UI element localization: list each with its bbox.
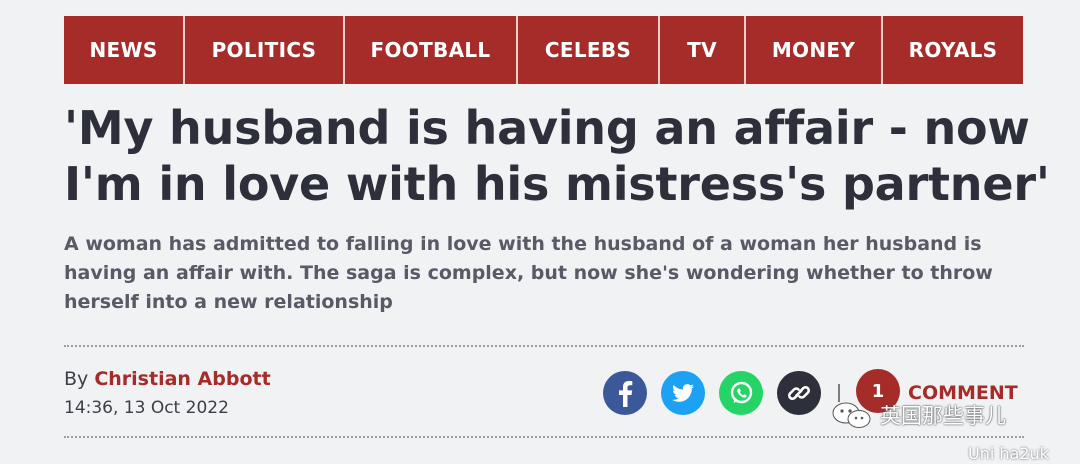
watermark-text: 英国那些事儿 [880, 404, 1006, 428]
article-headline: 'My husband is having an affair - now I'… [64, 101, 1050, 211]
nav-item-money[interactable]: MONEY [746, 16, 883, 84]
wechat-icon [832, 402, 871, 428]
twitter-icon [672, 384, 694, 402]
article-standfirst: A woman has admitted to falling in love … [64, 233, 993, 313]
link-icon [788, 386, 810, 400]
whatsapp-icon [730, 381, 753, 404]
top-nav: NEWS POLITICS FOOTBALL CELEBS TV MONEY R… [64, 16, 1023, 84]
facebook-icon [619, 381, 633, 407]
byline: By Christian Abbott [64, 368, 271, 390]
watermark-text-secondary: Uni ha2uk [968, 444, 1049, 463]
watermark: 英国那些事儿 [830, 400, 1006, 430]
publish-timestamp: 14:36, 13 Oct 2022 [64, 398, 229, 418]
nav-item-royals[interactable]: ROYALS [883, 16, 1023, 84]
nav-item-football[interactable]: FOOTBALL [345, 16, 518, 84]
nav-item-celebs[interactable]: CELEBS [518, 16, 660, 84]
twitter-share-button[interactable] [661, 371, 705, 415]
byline-prefix: By [64, 368, 95, 390]
top-dotted-divider [64, 345, 1024, 347]
whatsapp-share-button[interactable] [719, 371, 763, 415]
copy-link-button[interactable] [777, 371, 821, 415]
nav-item-politics[interactable]: POLITICS [185, 16, 345, 84]
nav-item-tv[interactable]: TV [660, 16, 746, 84]
bottom-dotted-divider [64, 436, 1024, 438]
nav-item-news[interactable]: NEWS [64, 16, 185, 84]
facebook-share-button[interactable] [603, 371, 647, 415]
author-link[interactable]: Christian Abbott [94, 368, 270, 390]
